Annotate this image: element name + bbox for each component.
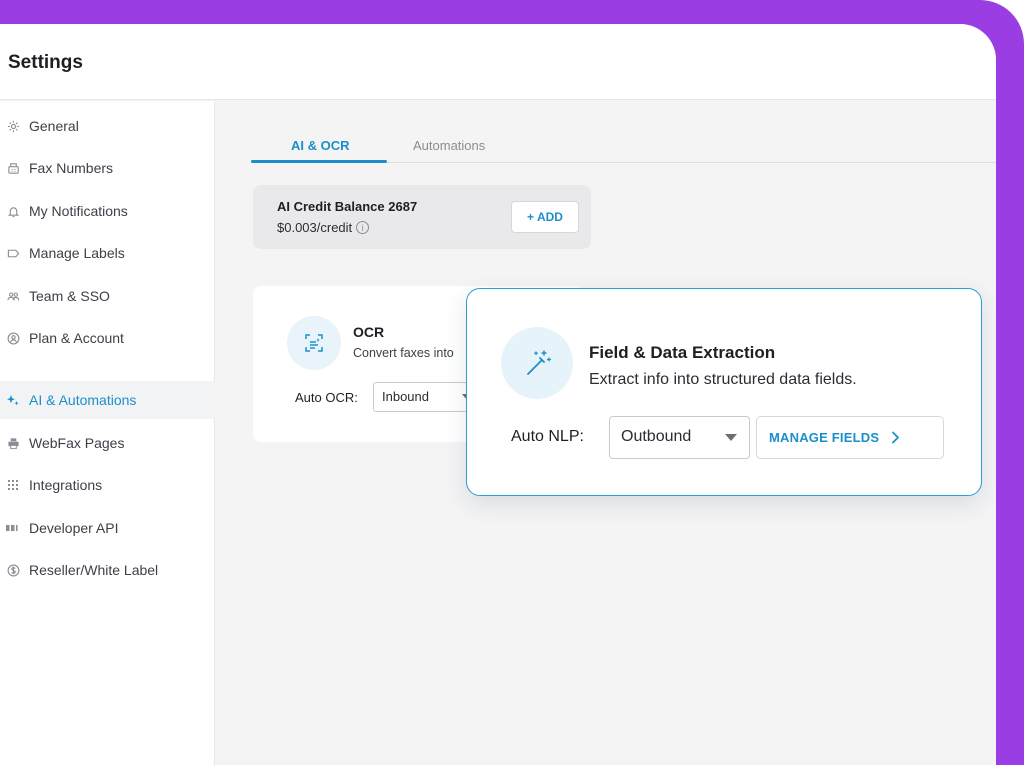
sidebar-item-general[interactable]: General: [0, 107, 215, 145]
sidebar-item-label: Fax Numbers: [29, 160, 114, 176]
ocr-description: Convert faxes into: [353, 346, 454, 360]
sidebar-item-label: Developer API: [29, 520, 119, 536]
sidebar-item-label: Manage Labels: [29, 245, 125, 261]
manage-fields-label: MANAGE FIELDS: [769, 430, 880, 445]
sidebar-item-team-sso[interactable]: Team & SSO: [0, 277, 215, 315]
sidebar-item-label: Plan & Account: [29, 330, 124, 346]
sidebar-item-plan-account[interactable]: Plan & Account: [0, 319, 215, 357]
app-window: Settings General Fax Numbers My Notifica…: [0, 24, 996, 765]
sidebar-item-ai-automations[interactable]: AI & Automations: [0, 381, 215, 419]
bell-icon: [6, 204, 20, 218]
credit-rate: $0.003/credit i: [277, 220, 370, 235]
field-extraction-popup: Field & Data Extraction Extract info int…: [466, 288, 982, 496]
sidebar-item-notifications[interactable]: My Notifications: [0, 192, 215, 230]
auto-ocr-value: Inbound: [382, 389, 429, 404]
info-icon[interactable]: i: [356, 221, 370, 234]
top-bar: Settings: [0, 24, 996, 100]
dollar-icon: [6, 563, 20, 577]
sidebar-item-manage-labels[interactable]: Manage Labels: [0, 234, 215, 272]
settings-sidebar: General Fax Numbers My Notifications Man…: [0, 101, 215, 765]
sidebar-item-label: Integrations: [29, 477, 103, 493]
tab-automations[interactable]: Automations: [413, 138, 485, 153]
ocr-title: OCR: [353, 324, 385, 340]
sidebar-item-fax-numbers[interactable]: Fax Numbers: [0, 149, 215, 187]
sidebar-item-webfax-pages[interactable]: WebFax Pages: [0, 424, 215, 462]
fax-icon: [6, 161, 20, 175]
auto-nlp-value: Outbound: [621, 428, 692, 445]
label-icon: [6, 246, 20, 260]
extraction-title: Field & Data Extraction: [589, 343, 776, 362]
sidebar-item-integrations[interactable]: Integrations: [0, 466, 215, 504]
grid-icon: [6, 478, 20, 492]
active-tab-indicator: [251, 160, 387, 163]
sidebar-item-developer-api[interactable]: Developer API: [0, 509, 215, 547]
sidebar-item-label: AI & Automations: [29, 392, 137, 408]
auto-nlp-select[interactable]: Outbound: [609, 416, 750, 459]
caret-down-icon: [725, 434, 737, 441]
settings-tabs: AI & OCR Automations: [251, 131, 996, 163]
auto-nlp-label: Auto NLP:: [511, 428, 584, 445]
manage-fields-button[interactable]: MANAGE FIELDS: [756, 416, 944, 459]
extraction-description: Extract info into structured data fields…: [589, 371, 857, 388]
api-icon: [6, 521, 20, 535]
account-icon: [6, 331, 20, 345]
sparkle-icon: [6, 393, 20, 407]
chevron-right-icon: [891, 431, 900, 444]
sidebar-item-label: My Notifications: [29, 203, 128, 219]
sidebar-item-reseller[interactable]: Reseller/White Label: [0, 551, 215, 589]
printer-icon: [6, 436, 20, 450]
sidebar-item-label: Team & SSO: [29, 288, 110, 304]
auto-ocr-label: Auto OCR:: [295, 390, 358, 405]
magic-wand-icon: [501, 327, 573, 399]
gear-icon: [6, 119, 20, 133]
ocr-scan-icon: [287, 316, 341, 370]
page-title: Settings: [8, 52, 83, 73]
credit-balance-title: AI Credit Balance 2687: [277, 199, 418, 214]
tab-ai-ocr[interactable]: AI & OCR: [291, 138, 350, 153]
credit-balance-card: AI Credit Balance 2687 $0.003/credit i +…: [253, 185, 591, 249]
credit-rate-text: $0.003/credit: [277, 220, 353, 235]
team-icon: [6, 289, 20, 303]
sidebar-item-label: General: [29, 118, 79, 134]
add-credit-button[interactable]: + ADD: [511, 201, 579, 233]
sidebar-item-label: WebFax Pages: [29, 435, 125, 451]
sidebar-item-label: Reseller/White Label: [29, 562, 159, 578]
